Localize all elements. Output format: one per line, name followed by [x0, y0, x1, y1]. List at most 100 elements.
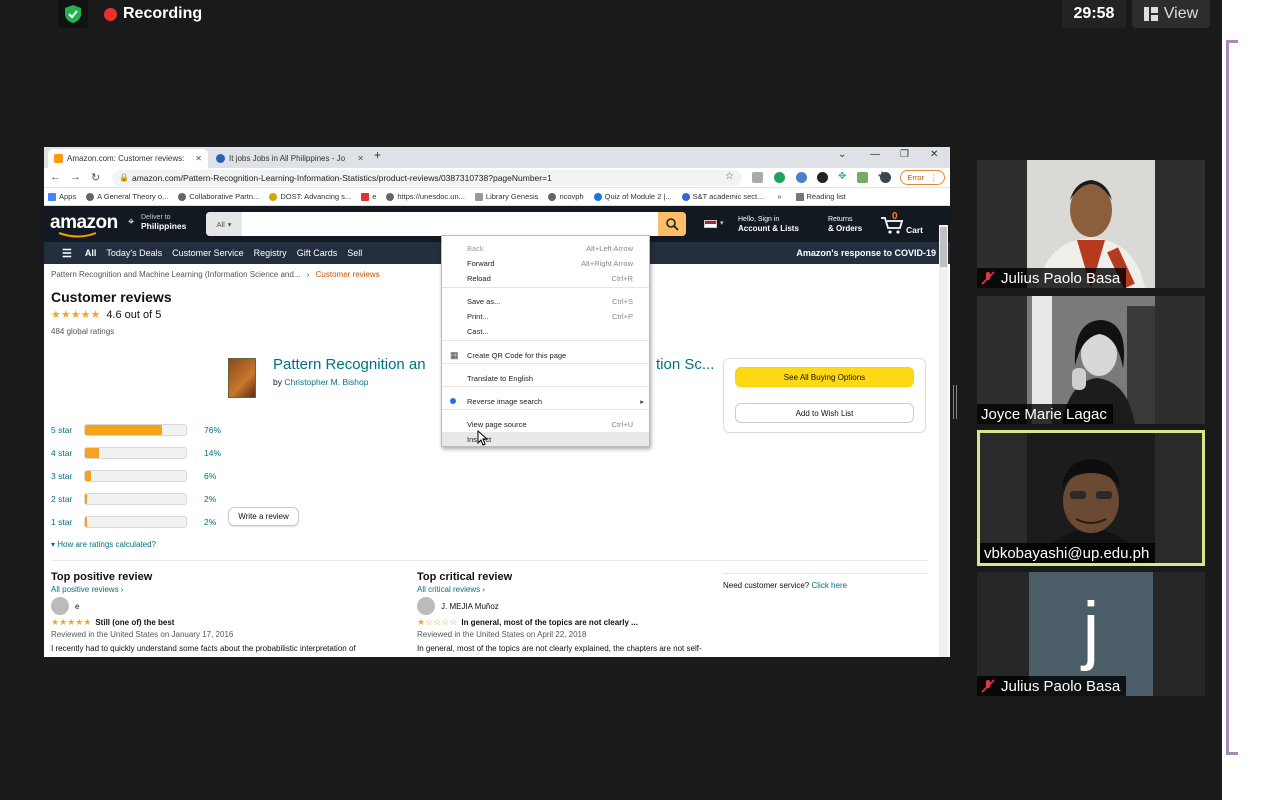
- bookmark-item[interactable]: https://unesdoc.un...: [386, 192, 465, 201]
- histogram-star-label[interactable]: 4 star: [51, 448, 72, 458]
- tab-close-icon[interactable]: ✕: [195, 154, 202, 163]
- participant-tile[interactable]: Joyce Marie Lagac: [977, 296, 1205, 424]
- author-link[interactable]: Christopher M. Bishop: [284, 377, 368, 387]
- bookmark-item[interactable]: Library Genesis: [474, 192, 538, 201]
- histogram-percent[interactable]: 6%: [204, 471, 216, 481]
- see-all-buying-options-button[interactable]: See All Buying Options: [735, 367, 914, 387]
- bookmark-item[interactable]: S&T academic sect...: [681, 192, 763, 201]
- returns-orders[interactable]: Returns & Orders: [828, 215, 862, 233]
- histogram-bar[interactable]: [84, 447, 187, 459]
- histogram-percent[interactable]: 14%: [204, 448, 221, 458]
- deliver-to[interactable]: Deliver to Philippines: [141, 213, 186, 231]
- nav-customer-service[interactable]: Customer Service: [172, 248, 244, 258]
- back-arrow-icon[interactable]: ←: [50, 171, 61, 183]
- covid-link[interactable]: Amazon's response to COVID-19: [796, 248, 936, 258]
- panel-splitter-handle[interactable]: [953, 385, 957, 419]
- add-to-wish-list-button[interactable]: Add to Wish List: [735, 403, 914, 423]
- profile-avatar-icon[interactable]: [880, 172, 891, 183]
- bookmark-item[interactable]: DOST: Advancing s...: [269, 192, 351, 201]
- page-scrollbar[interactable]: [939, 225, 948, 657]
- all-critical-reviews-link[interactable]: All critical reviews ›: [417, 585, 717, 594]
- bookmark-item[interactable]: A General Theory o...: [86, 192, 168, 201]
- grammarly-icon[interactable]: [774, 172, 785, 183]
- restore-icon[interactable]: ❐: [900, 149, 909, 160]
- write-review-button[interactable]: Write a review: [228, 507, 299, 526]
- product-title[interactable]: Pattern Recognition an: [273, 356, 426, 373]
- participant-tile[interactable]: Julius Paolo Basa: [977, 160, 1205, 288]
- tab-close-icon[interactable]: ✕: [357, 154, 364, 163]
- histogram-star-label[interactable]: 1 star: [51, 517, 72, 527]
- context-menu-item[interactable]: Print... Ctrl+P: [442, 309, 649, 323]
- context-menu-item[interactable]: Cast...: [442, 324, 649, 338]
- view-button[interactable]: View: [1132, 0, 1210, 28]
- account-lists[interactable]: Hello, Sign in Account & Lists: [738, 215, 799, 233]
- profile-error-button[interactable]: Error ⋮: [900, 170, 945, 185]
- histogram-star-label[interactable]: 5 star: [51, 425, 72, 435]
- nav-gift-cards[interactable]: Gift Cards: [297, 248, 338, 258]
- search-category-select[interactable]: All ▾: [206, 212, 242, 236]
- context-menu-item[interactable]: ▦ Create QR Code for this page: [442, 348, 649, 362]
- context-menu-item[interactable]: Forward Alt+Right Arrow: [442, 256, 649, 270]
- review-title[interactable]: Still (one of) the best: [95, 618, 174, 627]
- search-button[interactable]: [658, 212, 686, 236]
- context-menu-item[interactable]: Reload Ctrl+R: [442, 271, 649, 285]
- bookmark-star-icon[interactable]: ☆: [725, 171, 734, 182]
- click-here-link[interactable]: Click here: [812, 581, 848, 590]
- histogram-percent[interactable]: 2%: [204, 494, 216, 504]
- recording-indicator[interactable]: Recording: [104, 4, 202, 24]
- bookmark-item[interactable]: Collaborative Partn...: [178, 192, 259, 201]
- nav-todays-deals[interactable]: Today's Deals: [106, 248, 162, 258]
- nav-all[interactable]: ☰ All: [52, 247, 96, 260]
- cart-button[interactable]: 0 Cart: [880, 211, 926, 238]
- tab-it-jobs[interactable]: It jobs Jobs in All Philippines - Jo ✕: [210, 149, 370, 168]
- how-calculated-link[interactable]: ▾ How are ratings calculated?: [51, 540, 156, 549]
- bookmarks-overflow-icon[interactable]: »: [777, 192, 781, 201]
- histogram-percent[interactable]: 2%: [204, 517, 216, 527]
- histogram-star-label[interactable]: 3 star: [51, 471, 72, 481]
- breadcrumb-product-link[interactable]: Pattern Recognition and Machine Learning…: [51, 270, 300, 279]
- reviewer-name: J. MEJIA Muñoz: [441, 601, 499, 611]
- extension-blue-icon[interactable]: [796, 172, 807, 183]
- bookmark-apps[interactable]: Apps: [48, 192, 76, 201]
- review-title[interactable]: In general, most of the topics are not c…: [461, 618, 638, 627]
- us-flag-icon[interactable]: [704, 220, 717, 228]
- bookmark-item[interactable]: Quiz of Module 2 |...: [593, 192, 672, 201]
- new-tab-button[interactable]: +: [374, 148, 381, 162]
- nav-registry[interactable]: Registry: [254, 248, 287, 258]
- amazon-logo[interactable]: amazon: [50, 212, 118, 234]
- forward-arrow-icon[interactable]: →: [70, 171, 81, 183]
- reviewer-avatar-icon: [51, 597, 69, 615]
- tab-search-chevron-icon[interactable]: ⌄: [838, 149, 846, 160]
- reload-icon[interactable]: ↻: [91, 171, 100, 184]
- context-menu-item[interactable]: Translate to English: [442, 371, 649, 385]
- bookmark-item[interactable]: ncovph: [548, 192, 584, 201]
- reading-list[interactable]: Reading list: [795, 192, 846, 201]
- all-positive-reviews-link[interactable]: All positive reviews ›: [51, 585, 391, 594]
- search-bar[interactable]: All ▾: [206, 212, 686, 236]
- context-menu-item[interactable]: Save as... Ctrl+S: [442, 294, 649, 308]
- context-menu-item[interactable]: View page source Ctrl+U: [442, 417, 649, 431]
- product-title-tail[interactable]: tion Sc...: [656, 356, 714, 373]
- nav-sell[interactable]: Sell: [347, 248, 362, 258]
- participant-tile[interactable]: j Julius Paolo Basa: [977, 572, 1205, 696]
- tab-amazon-reviews[interactable]: Amazon.com: Customer reviews: ✕: [48, 149, 208, 168]
- extension-gear-icon[interactable]: ✥: [838, 171, 846, 182]
- histogram-bar[interactable]: [84, 516, 187, 528]
- histogram-bar[interactable]: [84, 424, 187, 436]
- histogram-star-label[interactable]: 2 star: [51, 494, 72, 504]
- book-cover-image[interactable]: [228, 358, 256, 398]
- extension-green-icon[interactable]: [857, 172, 868, 183]
- close-window-icon[interactable]: ✕: [930, 149, 938, 160]
- extension-dark-icon[interactable]: [817, 172, 828, 183]
- participant-tile-active-speaker[interactable]: vbkobayashi@up.edu.ph: [977, 430, 1205, 566]
- minimize-icon[interactable]: —: [870, 149, 880, 160]
- bookmark-gmail[interactable]: e: [361, 192, 376, 201]
- url-field[interactable]: 🔒 amazon.com/Pattern-Recognition-Learnin…: [112, 170, 742, 186]
- security-shield-icon[interactable]: [58, 0, 88, 28]
- histogram-bar[interactable]: [84, 493, 187, 505]
- histogram-bar[interactable]: [84, 470, 187, 482]
- extension-icon[interactable]: [752, 172, 763, 183]
- context-menu-item[interactable]: ▸ Reverse image search: [442, 394, 649, 408]
- histogram-percent[interactable]: 76%: [204, 425, 221, 435]
- context-menu-item[interactable]: Inspect: [442, 432, 649, 446]
